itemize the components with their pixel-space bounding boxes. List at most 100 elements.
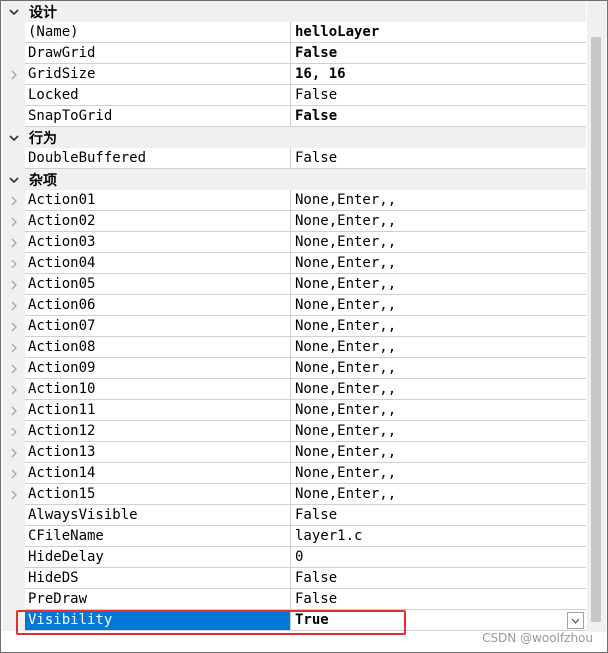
row-gutter[interactable] <box>3 337 25 358</box>
collapse-toggle[interactable] <box>3 169 25 190</box>
row-gutter[interactable] <box>3 442 25 463</box>
property-row-action11[interactable]: Action11 None,Enter,, <box>3 400 586 421</box>
property-name[interactable]: Action12 <box>25 421 291 442</box>
chevron-right-icon[interactable] <box>10 427 18 437</box>
dropdown-button[interactable] <box>567 612 584 629</box>
row-gutter[interactable] <box>3 358 25 379</box>
row-gutter[interactable] <box>3 421 25 442</box>
property-value[interactable]: 0 <box>291 547 586 568</box>
row-gutter[interactable] <box>3 400 25 421</box>
property-value[interactable]: False <box>291 589 586 610</box>
property-name[interactable]: Action10 <box>25 379 291 400</box>
property-row-action09[interactable]: Action09 None,Enter,, <box>3 358 586 379</box>
property-row-predraw[interactable]: PreDraw False <box>3 589 586 610</box>
property-value[interactable]: None,Enter,, <box>291 190 586 211</box>
chevron-right-icon[interactable] <box>10 343 18 353</box>
property-name[interactable]: AlwaysVisible <box>25 505 291 526</box>
property-row-action14[interactable]: Action14 None,Enter,, <box>3 463 586 484</box>
property-value[interactable]: True <box>291 610 586 631</box>
row-gutter[interactable] <box>3 211 25 232</box>
row-gutter[interactable] <box>3 232 25 253</box>
property-name[interactable]: Action11 <box>25 400 291 421</box>
property-value[interactable]: None,Enter,, <box>291 295 586 316</box>
vertical-scrollbar[interactable] <box>587 1 606 632</box>
property-row-action05[interactable]: Action05 None,Enter,, <box>3 274 586 295</box>
row-gutter[interactable] <box>3 64 25 85</box>
property-value[interactable]: layer1.c <box>291 526 586 547</box>
property-value[interactable]: None,Enter,, <box>291 253 586 274</box>
property-row-action07[interactable]: Action07 None,Enter,, <box>3 316 586 337</box>
property-name[interactable]: Action03 <box>25 232 291 253</box>
property-row-gridsize[interactable]: GridSize 16, 16 <box>3 64 586 85</box>
chevron-right-icon[interactable] <box>10 385 18 395</box>
property-value[interactable]: False <box>291 43 586 64</box>
property-name[interactable]: Action14 <box>25 463 291 484</box>
property-row-action06[interactable]: Action06 None,Enter,, <box>3 295 586 316</box>
property-value[interactable]: False <box>291 568 586 589</box>
property-row-locked[interactable]: Locked False <box>3 85 586 106</box>
property-name[interactable]: Action07 <box>25 316 291 337</box>
property-value[interactable]: None,Enter,, <box>291 358 586 379</box>
property-value[interactable]: False <box>291 148 586 169</box>
property-value[interactable]: helloLayer <box>291 22 586 43</box>
property-value[interactable]: None,Enter,, <box>291 274 586 295</box>
property-name[interactable]: PreDraw <box>25 589 291 610</box>
row-gutter[interactable] <box>3 190 25 211</box>
property-value[interactable]: None,Enter,, <box>291 232 586 253</box>
property-row-drawgrid[interactable]: DrawGrid False <box>3 43 586 64</box>
collapse-toggle[interactable] <box>3 127 25 148</box>
row-gutter[interactable] <box>3 253 25 274</box>
property-row-visibility[interactable]: Visibility True <box>3 610 586 631</box>
property-value[interactable]: None,Enter,, <box>291 463 586 484</box>
property-name[interactable]: SnapToGrid <box>25 106 291 127</box>
property-row-cfilename[interactable]: CFileName layer1.c <box>3 526 586 547</box>
property-row-action10[interactable]: Action10 None,Enter,, <box>3 379 586 400</box>
property-row-action08[interactable]: Action08 None,Enter,, <box>3 337 586 358</box>
chevron-right-icon[interactable] <box>10 406 18 416</box>
chevron-right-icon[interactable] <box>10 322 18 332</box>
chevron-right-icon[interactable] <box>10 196 18 206</box>
chevron-right-icon[interactable] <box>10 364 18 374</box>
property-name[interactable]: (Name) <box>25 22 291 43</box>
property-value[interactable]: None,Enter,, <box>291 379 586 400</box>
row-gutter[interactable] <box>3 274 25 295</box>
property-row-alwaysvisible[interactable]: AlwaysVisible False <box>3 505 586 526</box>
row-gutter[interactable] <box>3 463 25 484</box>
category-header[interactable]: 行为 <box>3 127 586 148</box>
property-row-action13[interactable]: Action13 None,Enter,, <box>3 442 586 463</box>
property-name[interactable]: Action04 <box>25 253 291 274</box>
scrollbar-thumb[interactable] <box>591 37 601 622</box>
property-row-name[interactable]: (Name) helloLayer <box>3 22 586 43</box>
row-gutter[interactable] <box>3 316 25 337</box>
property-row-action01[interactable]: Action01 None,Enter,, <box>3 190 586 211</box>
property-row-action15[interactable]: Action15 None,Enter,, <box>3 484 586 505</box>
property-name[interactable]: Action01 <box>25 190 291 211</box>
property-name[interactable]: Action05 <box>25 274 291 295</box>
property-row-action12[interactable]: Action12 None,Enter,, <box>3 421 586 442</box>
chevron-right-icon[interactable] <box>10 469 18 479</box>
property-value[interactable]: None,Enter,, <box>291 421 586 442</box>
property-row-snaptogrid[interactable]: SnapToGrid False <box>3 106 586 127</box>
property-name[interactable]: Visibility <box>25 610 291 631</box>
property-value[interactable]: 16, 16 <box>291 64 586 85</box>
property-name[interactable]: Locked <box>25 85 291 106</box>
chevron-right-icon[interactable] <box>10 490 18 500</box>
property-value[interactable]: None,Enter,, <box>291 211 586 232</box>
chevron-right-icon[interactable] <box>10 448 18 458</box>
chevron-right-icon[interactable] <box>10 238 18 248</box>
property-name[interactable]: Action06 <box>25 295 291 316</box>
chevron-right-icon[interactable] <box>10 280 18 290</box>
property-name[interactable]: GridSize <box>25 64 291 85</box>
property-value[interactable]: None,Enter,, <box>291 442 586 463</box>
property-name[interactable]: DoubleBuffered <box>25 148 291 169</box>
property-name[interactable]: CFileName <box>25 526 291 547</box>
property-name[interactable]: HideDelay <box>25 547 291 568</box>
property-value[interactable]: False <box>291 505 586 526</box>
property-value[interactable]: None,Enter,, <box>291 316 586 337</box>
property-value[interactable]: None,Enter,, <box>291 400 586 421</box>
property-value[interactable]: None,Enter,, <box>291 337 586 358</box>
property-row-action04[interactable]: Action04 None,Enter,, <box>3 253 586 274</box>
row-gutter[interactable] <box>3 295 25 316</box>
property-value[interactable]: False <box>291 85 586 106</box>
property-name[interactable]: Action08 <box>25 337 291 358</box>
